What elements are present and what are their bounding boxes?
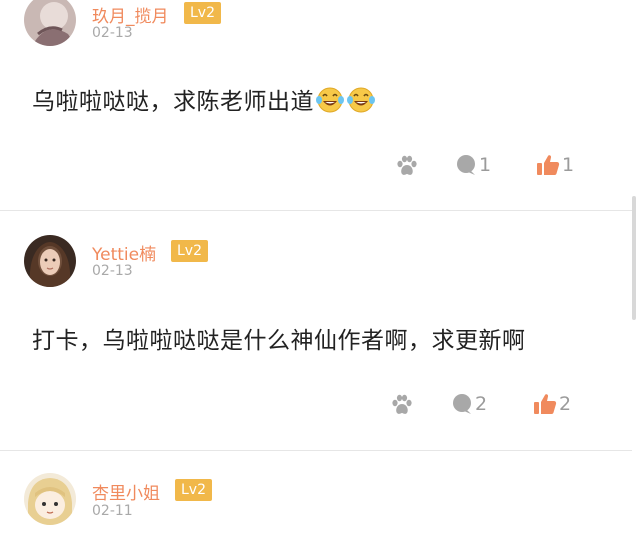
comment-bubble-icon <box>451 393 473 415</box>
like-button[interactable]: 1 <box>536 154 574 176</box>
thumbs-up-icon <box>533 393 557 415</box>
like-button[interactable]: 2 <box>533 393 571 415</box>
reply-count: 1 <box>479 154 492 176</box>
paw-button[interactable] <box>395 154 419 178</box>
reply-button[interactable]: 1 <box>455 154 491 176</box>
username[interactable]: 玖月_揽月 <box>92 2 169 27</box>
paw-button[interactable] <box>390 393 414 417</box>
comment-bubble-icon <box>455 154 477 176</box>
reply-button[interactable]: 2 <box>451 393 487 415</box>
username[interactable]: 杏里小姐 <box>92 479 160 504</box>
level-badge: Lv2 <box>175 479 212 501</box>
comment-item: Yettie楠 Lv2 02-13 打卡，乌啦啦哒哒是什么神仙作者啊，求更新啊 <box>0 211 640 450</box>
avatar[interactable] <box>24 235 76 287</box>
username[interactable]: Yettie楠 <box>92 240 156 265</box>
thumbs-up-icon <box>536 154 560 176</box>
level-badge: Lv2 <box>171 240 208 262</box>
avatar[interactable] <box>24 473 76 525</box>
scrollbar[interactable] <box>632 196 636 320</box>
like-count: 1 <box>562 154 575 176</box>
comment-text-row: 打卡，乌啦啦哒哒是什么神仙作者啊，求更新啊 <box>32 321 526 355</box>
comment-text: 乌啦啦哒哒，求陈老师出道 <box>32 89 314 115</box>
comment-text: 打卡，乌啦啦哒哒是什么神仙作者啊，求更新啊 <box>32 328 526 354</box>
comment-date: 02-13 <box>92 263 133 279</box>
avatar[interactable] <box>24 0 76 46</box>
level-badge: Lv2 <box>184 2 221 24</box>
comment-text-row: 乌啦啦哒哒，求陈老师出道 <box>32 82 376 119</box>
comment-item: 玖月_揽月 Lv2 02-13 乌啦啦哒哒，求陈老师出道 1 1 <box>0 0 640 210</box>
reply-count: 2 <box>475 393 488 415</box>
laughing-crying-emoji-icon <box>346 87 376 119</box>
comment-feed: 玖月_揽月 Lv2 02-13 乌啦啦哒哒，求陈老师出道 1 1 Yettie楠… <box>0 0 640 542</box>
comment-date: 02-11 <box>92 503 133 519</box>
comment-item: 杏里小姐 Lv2 02-11 <box>0 451 640 542</box>
comment-date: 02-13 <box>92 25 133 41</box>
like-count: 2 <box>559 393 572 415</box>
paw-icon <box>390 393 414 417</box>
paw-icon <box>395 154 419 178</box>
laughing-crying-emoji-icon <box>315 87 345 119</box>
